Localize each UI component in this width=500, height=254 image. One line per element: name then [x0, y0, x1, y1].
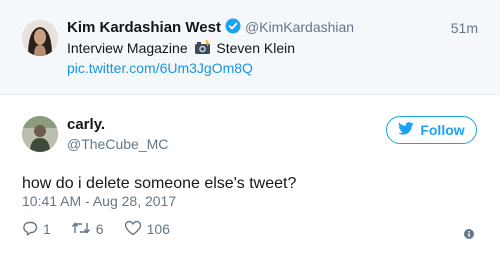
reply-icon [22, 220, 38, 239]
retweet-action[interactable]: 6 [71, 220, 104, 239]
quoted-author-name[interactable]: Kim Kardashian West [67, 19, 221, 36]
quoted-author-line: Kim Kardashian West @KimKardashian [67, 18, 354, 38]
retweet-count: 6 [95, 221, 104, 237]
quoted-author-handle[interactable]: @KimKardashian [245, 19, 354, 35]
quoted-tweet[interactable]: Kim Kardashian West @KimKardashian 51m In… [0, 0, 500, 95]
author-avatar[interactable] [22, 116, 58, 152]
quoted-tweet-text: Interview Magazine Steven Klein [67, 39, 296, 58]
camera-with-flash-icon [194, 39, 211, 58]
tweet-actions: 1 6 106 [22, 220, 190, 238]
verified-badge-icon [225, 18, 241, 38]
follow-button[interactable]: Follow [386, 116, 477, 144]
quoted-tweet-link[interactable]: pic.twitter.com/6Um3JgOm8Q [67, 60, 253, 76]
tweet-timestamp[interactable]: 10:41 AM - Aug 28, 2017 [22, 193, 176, 209]
reply-action[interactable]: 1 [22, 220, 51, 239]
reply-count: 1 [43, 221, 51, 237]
tweet: carly. @TheCube_MC Follow how do i delet… [0, 96, 500, 254]
tweet-text: how do i delete someone else's tweet? [22, 175, 297, 192]
heart-icon [124, 220, 142, 239]
follow-button-label: Follow [420, 122, 465, 138]
author-handle[interactable]: @TheCube_MC [67, 136, 168, 152]
retweet-icon [71, 220, 91, 239]
like-count: 106 [146, 221, 170, 237]
twitter-bird-icon [398, 122, 414, 138]
info-icon[interactable] [464, 226, 474, 239]
quoted-tweet-time[interactable]: 51m [451, 20, 478, 36]
author-name[interactable]: carly. [67, 116, 105, 133]
quoted-text-part-2: Steven Klein [216, 40, 296, 56]
quoted-text-part-1: Interview Magazine [67, 40, 188, 56]
quoted-author-avatar[interactable] [22, 20, 58, 56]
like-action[interactable]: 106 [124, 220, 170, 239]
